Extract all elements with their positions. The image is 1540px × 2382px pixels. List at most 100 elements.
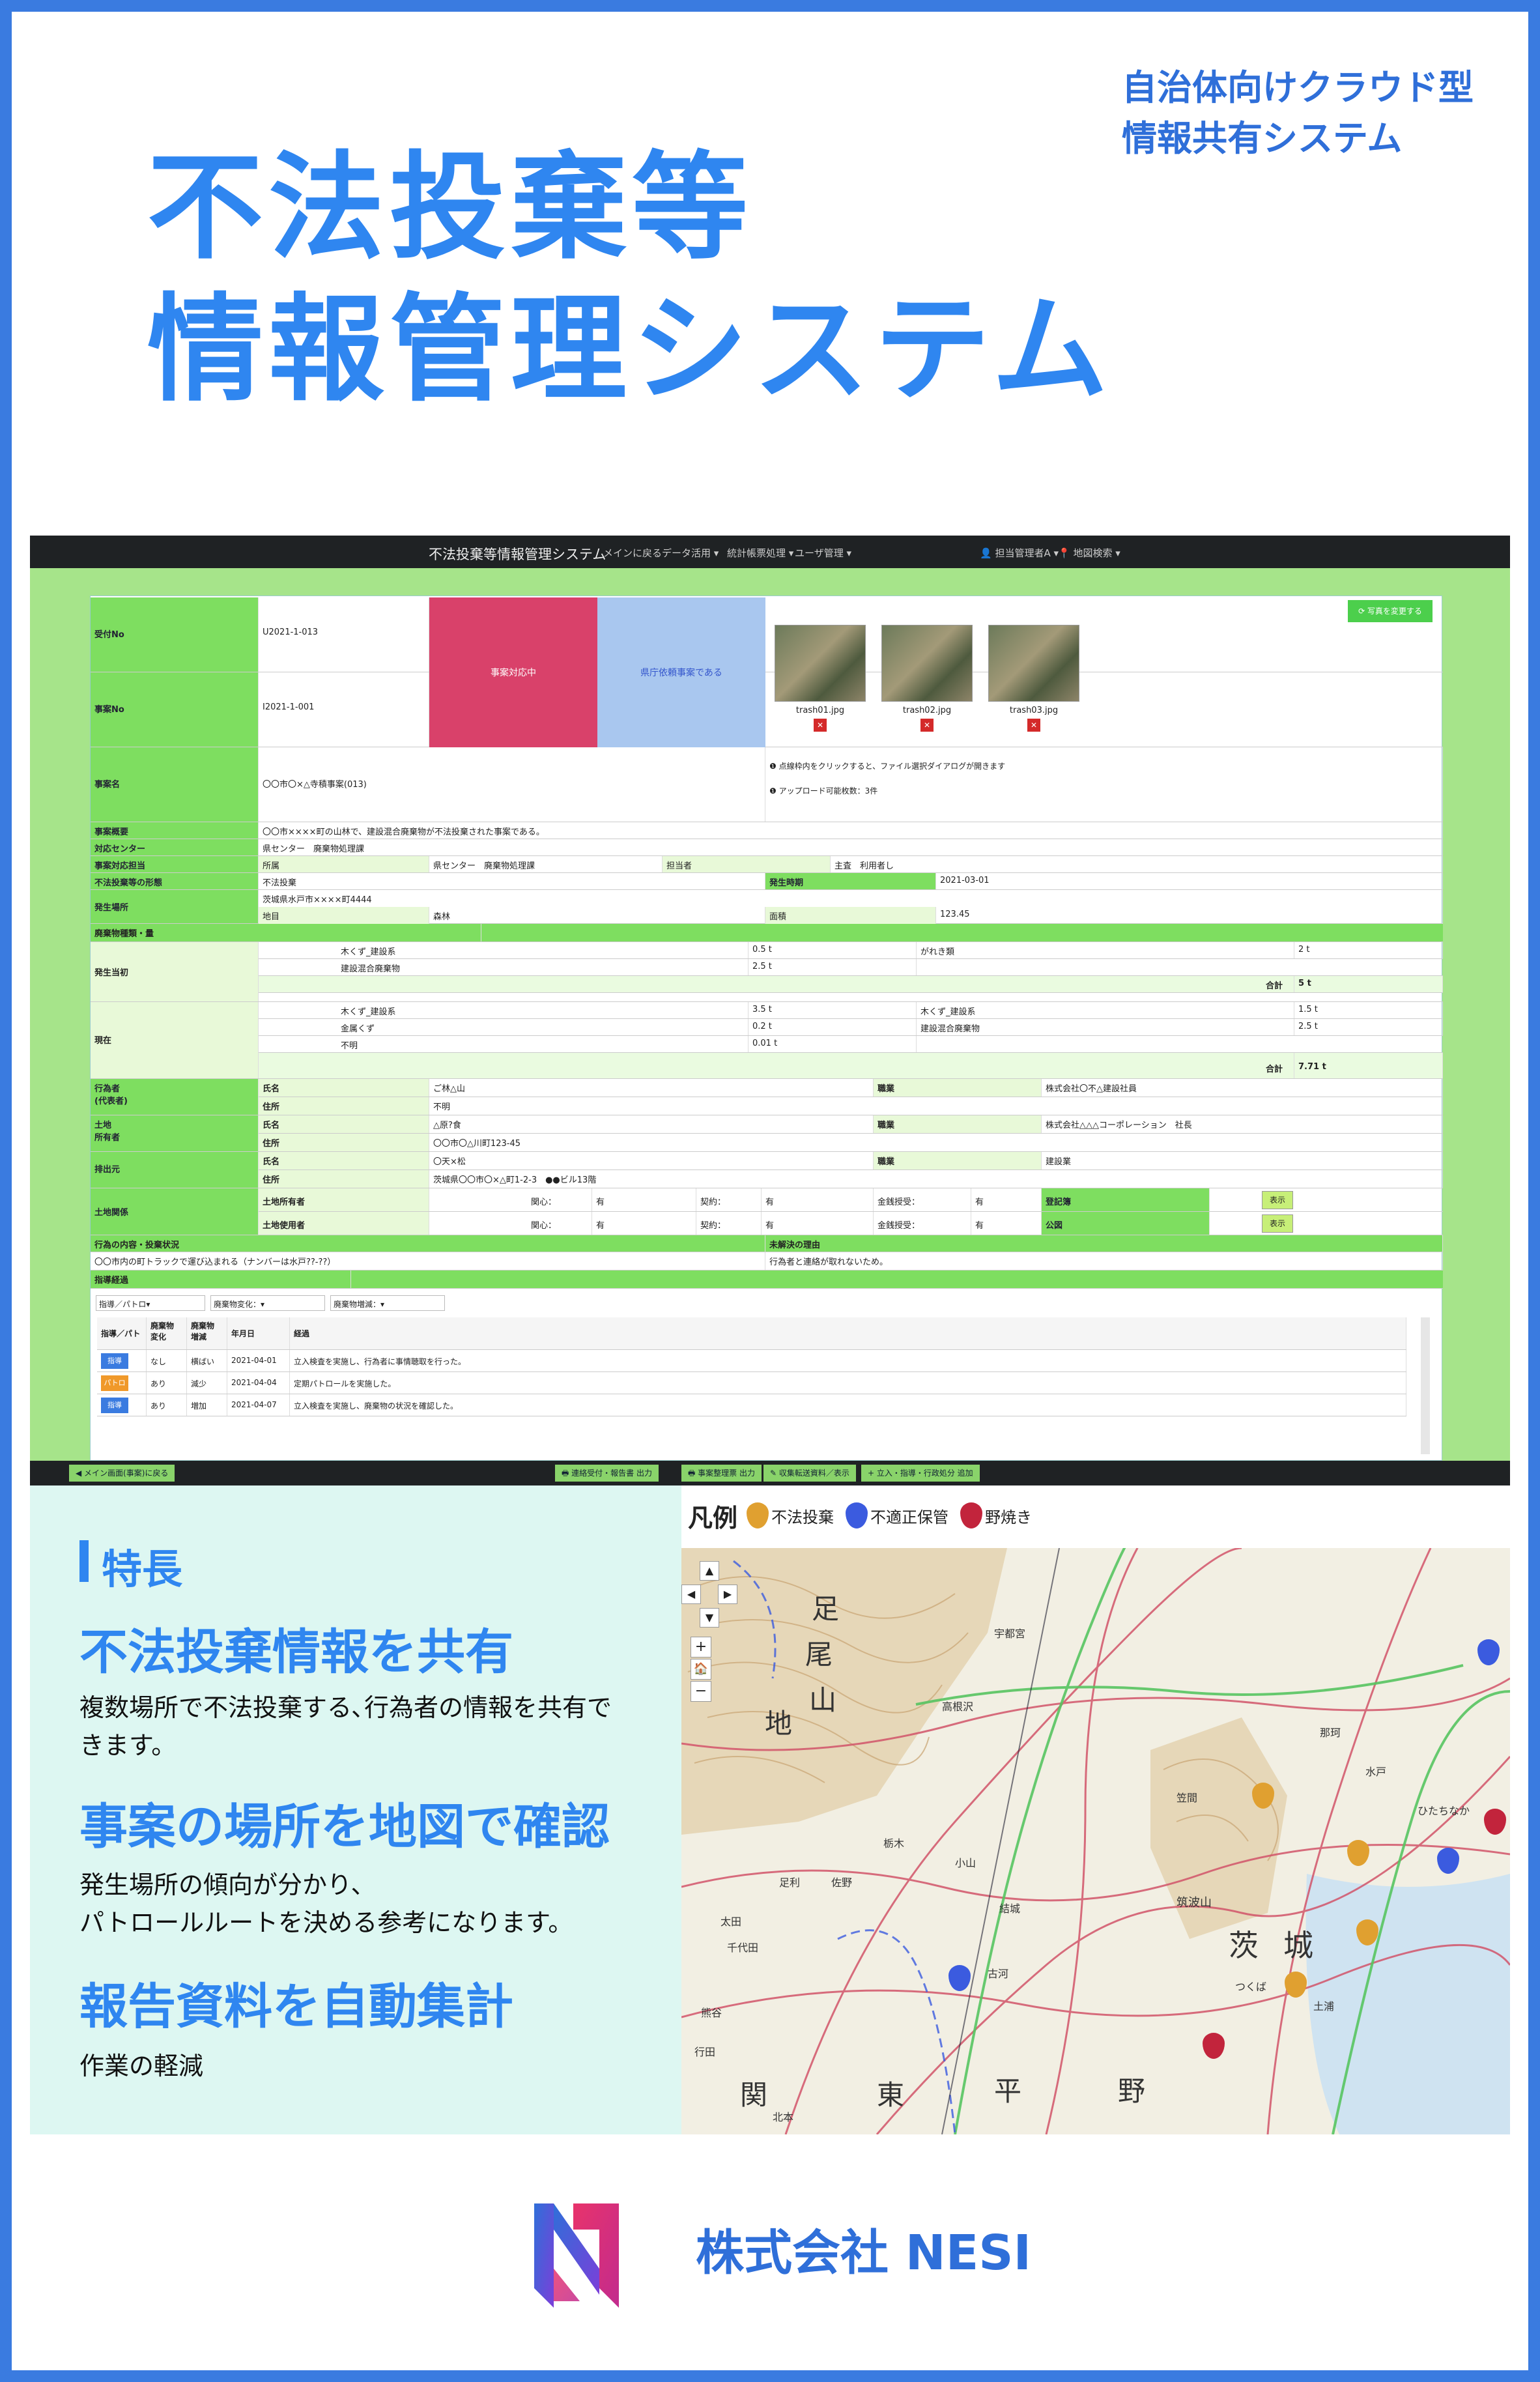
source-addr-value: 茨城県〇〇市〇×△町1-2-3 ●●ビル13階 (429, 1170, 1443, 1188)
map-label: 千代田 (727, 1942, 759, 1954)
now-item-row: 不明 0.01 t (259, 1036, 1443, 1053)
user-menu[interactable]: 👤 担当管理者A ▾ (980, 546, 1059, 560)
case-no-row: 事案No I2021-1-001 (91, 672, 1443, 747)
history-change: あり (147, 1394, 187, 1416)
judge-value: 行為者と連絡が取れないため。 (765, 1252, 1443, 1270)
map-search-menu[interactable]: 📍 地図検索 ▾ (1058, 546, 1120, 560)
photo-thumbnail[interactable] (881, 625, 973, 702)
map-label: ひたちなか (1418, 1805, 1470, 1817)
app-screenshot: 不法投棄等情報管理システム メインに戻る データ活用 ▾ 統計帳票処理 ▾ ユー… (30, 536, 1510, 1485)
actor-addr-row: 住所 不明 (259, 1097, 1443, 1115)
money-label: 金銭授受： (874, 1188, 971, 1211)
waste-header: 廃棄物種類・量 (91, 924, 481, 941)
pan-left-button[interactable]: ◀ (681, 1585, 701, 1604)
pan-down-button[interactable]: ▼ (700, 1608, 719, 1628)
registry-view-button[interactable]: 表示 (1262, 1191, 1293, 1209)
now-total-label: 合計 (1262, 1053, 1294, 1078)
map-label: 足利 (779, 1876, 801, 1889)
gen-item-name: がれき類 (917, 942, 1294, 958)
nav-data[interactable]: データ活用 ▾ (662, 546, 719, 560)
nav-main[interactable]: メインに戻る (603, 546, 662, 560)
photo-delete-button[interactable]: ✕ (1027, 719, 1040, 732)
now-item-name: 建設混合廃棄物 (917, 1019, 1294, 1035)
features-section: 特長 不法投棄情報を共有 複数場所で不法投棄する､行為者の情報を共有で きます。… (30, 1485, 681, 2134)
type-row: 不法投棄等の形態 不法投棄 発生時期 2021-03-01 (91, 873, 1443, 890)
photo-delete-button[interactable]: ✕ (920, 719, 934, 732)
reception-no-label: 受付No (91, 597, 259, 672)
map-label: 古河 (988, 1968, 1009, 1980)
case-sheet-output-button[interactable]: 🖶 事案整理票 出力 (681, 1465, 762, 1482)
history-row: パトロ あり 減少 2021-04-04 定期パトロールを実施した。 (97, 1372, 1406, 1394)
zoom-out-button[interactable]: − (691, 1681, 711, 1702)
map-label: 平 (994, 2075, 1022, 2107)
zoom-in-button[interactable]: + (691, 1637, 711, 1657)
actor-addr-label: 住所 (259, 1097, 429, 1115)
feature-desc: 複数場所で不法投棄する､行為者の情報を共有で きます。 (79, 1693, 612, 1760)
now-item-name: 金属くず (337, 1019, 749, 1035)
now-item-amount: 0.01 t (749, 1036, 917, 1052)
back-to-main-button[interactable]: ◀ メイン画面(事案)に戻る (69, 1465, 175, 1482)
map-label: 高根沢 (942, 1700, 974, 1713)
legend-item: 野焼き (960, 1502, 1032, 1528)
blue-pin-icon (846, 1502, 868, 1528)
filter-select[interactable]: 廃棄物増減：▾ (330, 1295, 445, 1311)
add-inspection-button[interactable]: + 立入・指導・行政処分 追加 (861, 1465, 980, 1482)
map-label: 茨 (1229, 1928, 1259, 1963)
report-output-button[interactable]: 🖶 連絡受付・報告書 出力 (555, 1465, 659, 1482)
source-addr-row: 住所 茨城県〇〇市〇×△町1-2-3 ●●ビル13階 (259, 1170, 1443, 1188)
history-note: 立入検査を実施し、行為者に事情聴取を行った。 (290, 1350, 1406, 1371)
source-job-label: 職業 (874, 1152, 1042, 1169)
features-heading-bar (79, 1540, 89, 1582)
map-canvas[interactable]: 足 尾 山 地 茨 城 関 東 平 野 筑波山 宇都宮 栃木 水戸 ひたちなか … (681, 1548, 1510, 2134)
nav-users[interactable]: ユーザ管理 ▾ (795, 546, 851, 560)
nav-stats[interactable]: 統計帳票処理 ▾ (727, 546, 793, 560)
history-trend: 減少 (187, 1372, 227, 1394)
content-row: 〇〇市内の町トラックで運び込まれる（ナンバーは水戸??-??） 行為者と連絡が取… (91, 1252, 1443, 1270)
case-name-label: 事案名 (91, 747, 259, 822)
overview-value: 〇〇市××××町の山林で、建設混合廃棄物が不法投棄された事案である。 (259, 822, 1443, 839)
map-label: 土浦 (1313, 2000, 1335, 2013)
now-label: 現在 (91, 1002, 259, 1078)
pan-right-button[interactable]: ▶ (718, 1585, 737, 1604)
map-label: 那珂 (1320, 1727, 1341, 1739)
land-value: 森林 (429, 907, 765, 924)
center-label: 対応センター (91, 839, 259, 855)
features-heading: 特長 (102, 1545, 183, 1593)
owner-addr-value: 〇〇市〇△川町123-45 (429, 1134, 1443, 1151)
history-scrollbar[interactable] (1421, 1317, 1430, 1454)
actor-name-label: 氏名 (259, 1079, 429, 1097)
now-item-amount: 2.5 t (1294, 1019, 1443, 1035)
map-label: 太田 (720, 1916, 742, 1928)
pan-up-button[interactable]: ▲ (700, 1561, 719, 1581)
history-row: 指導 なし 横ばい 2021-04-01 立入検査を実施し、行為者に事情聴取を行… (97, 1350, 1406, 1372)
history-patrol-button[interactable]: パトロ (101, 1375, 128, 1391)
home-icon[interactable]: 🏠 (691, 1659, 711, 1680)
app-topbar: 不法投棄等情報管理システム メインに戻る データ活用 ▾ 統計帳票処理 ▾ ユー… (30, 536, 1510, 568)
source-job-value: 建設業 (1042, 1152, 1443, 1169)
history-trend: 横ばい (187, 1350, 227, 1371)
map-label: 関 (740, 2079, 768, 2111)
now-total-value: 7.71 t (1294, 1053, 1443, 1078)
map-label: 城 (1283, 1928, 1313, 1963)
case-name-value: 〇〇市〇×△寺積事案(013) (259, 747, 765, 822)
history-change: あり (147, 1372, 187, 1394)
history-guidance-button[interactable]: 指導 (101, 1398, 128, 1413)
filter-select[interactable]: 指導／パトロ▾ (96, 1295, 205, 1311)
photo-thumbnail[interactable] (775, 625, 866, 702)
actor-label: 行為者 (代表者) (91, 1079, 259, 1115)
photo-delete-button[interactable]: ✕ (814, 719, 827, 732)
public-map-view-button[interactable]: 表示 (1262, 1214, 1293, 1233)
public-map-label: 公図 (1042, 1212, 1210, 1235)
interest-label: 関心： (527, 1188, 592, 1211)
photo-thumbnail[interactable] (988, 625, 1079, 702)
transfer-docs-button[interactable]: ✎ 収集転送資料／表示 (763, 1465, 856, 1482)
feature-desc: 作業の軽減 (79, 2052, 204, 2080)
map-label: 行田 (694, 2046, 716, 2058)
legend-title: 凡例 (688, 1503, 738, 1532)
red-pin-icon (960, 1502, 983, 1528)
history-guidance-button[interactable]: 指導 (101, 1353, 128, 1369)
contract-value: 有 (762, 1188, 874, 1211)
filter-select[interactable]: 廃棄物変化：▾ (210, 1295, 325, 1311)
now-item-amount: 0.2 t (749, 1019, 917, 1035)
gen-total-row: 合計 5 t (259, 976, 1443, 993)
